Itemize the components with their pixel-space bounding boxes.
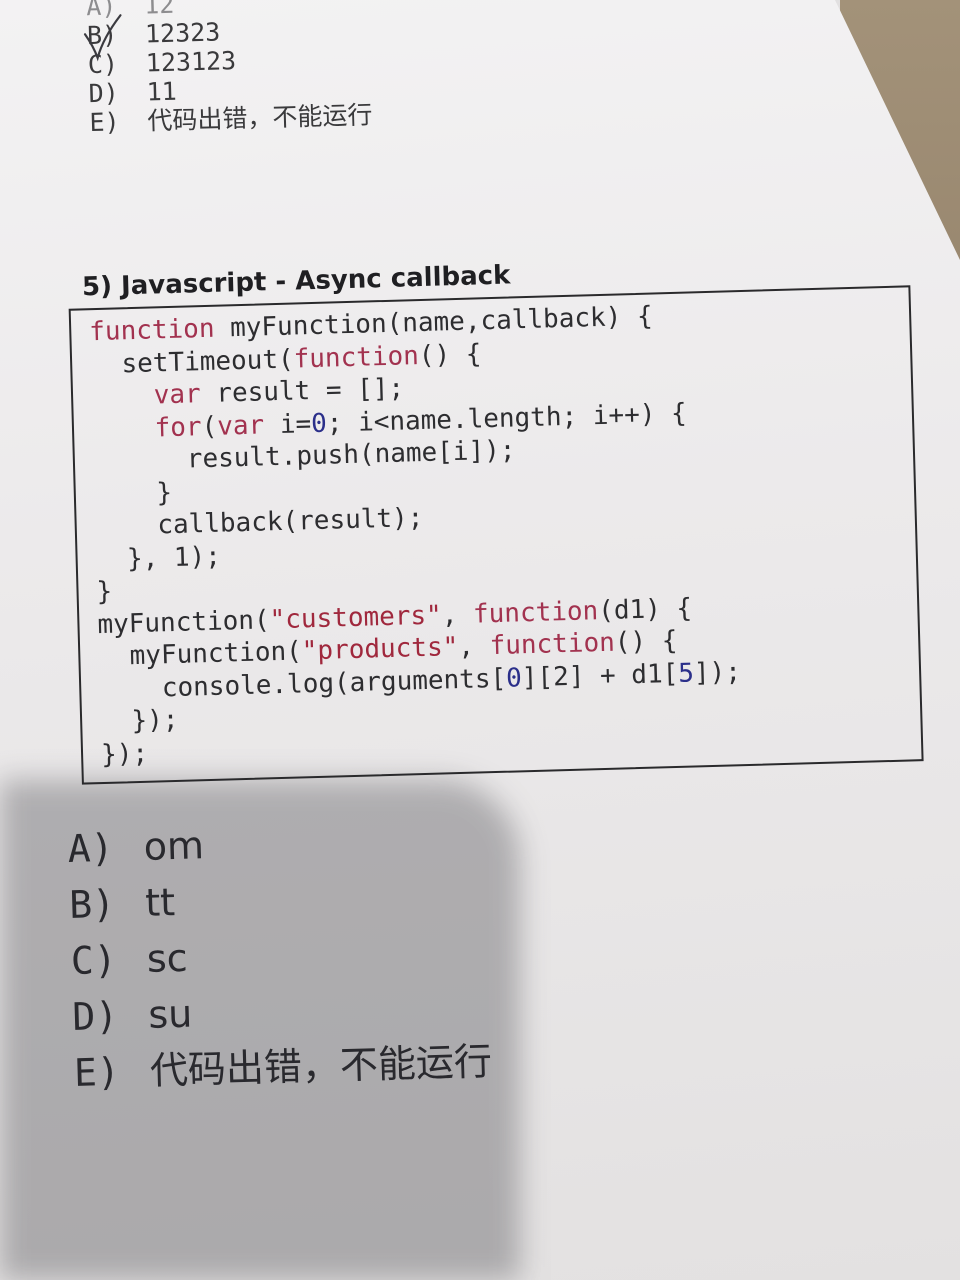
exam-paper: A) 12 B) 12323 C) 123123 D) 11 E) 代码出错，不能运行 5… [0, 0, 960, 1280]
code-block: function myFunction(name,callback) { set… [68, 285, 924, 785]
code-text: function myFunction(name,callback) { set… [88, 301, 742, 770]
previous-question-options: A) 12 B) 12323 C) 123123 D) 11 E) 代码出错，不能运行 [86, 0, 373, 137]
handwritten-check-mark-icon [83, 14, 122, 62]
hand-shadow [0, 780, 520, 1280]
question-title: 5) Javascript - Async callback [81, 260, 511, 303]
